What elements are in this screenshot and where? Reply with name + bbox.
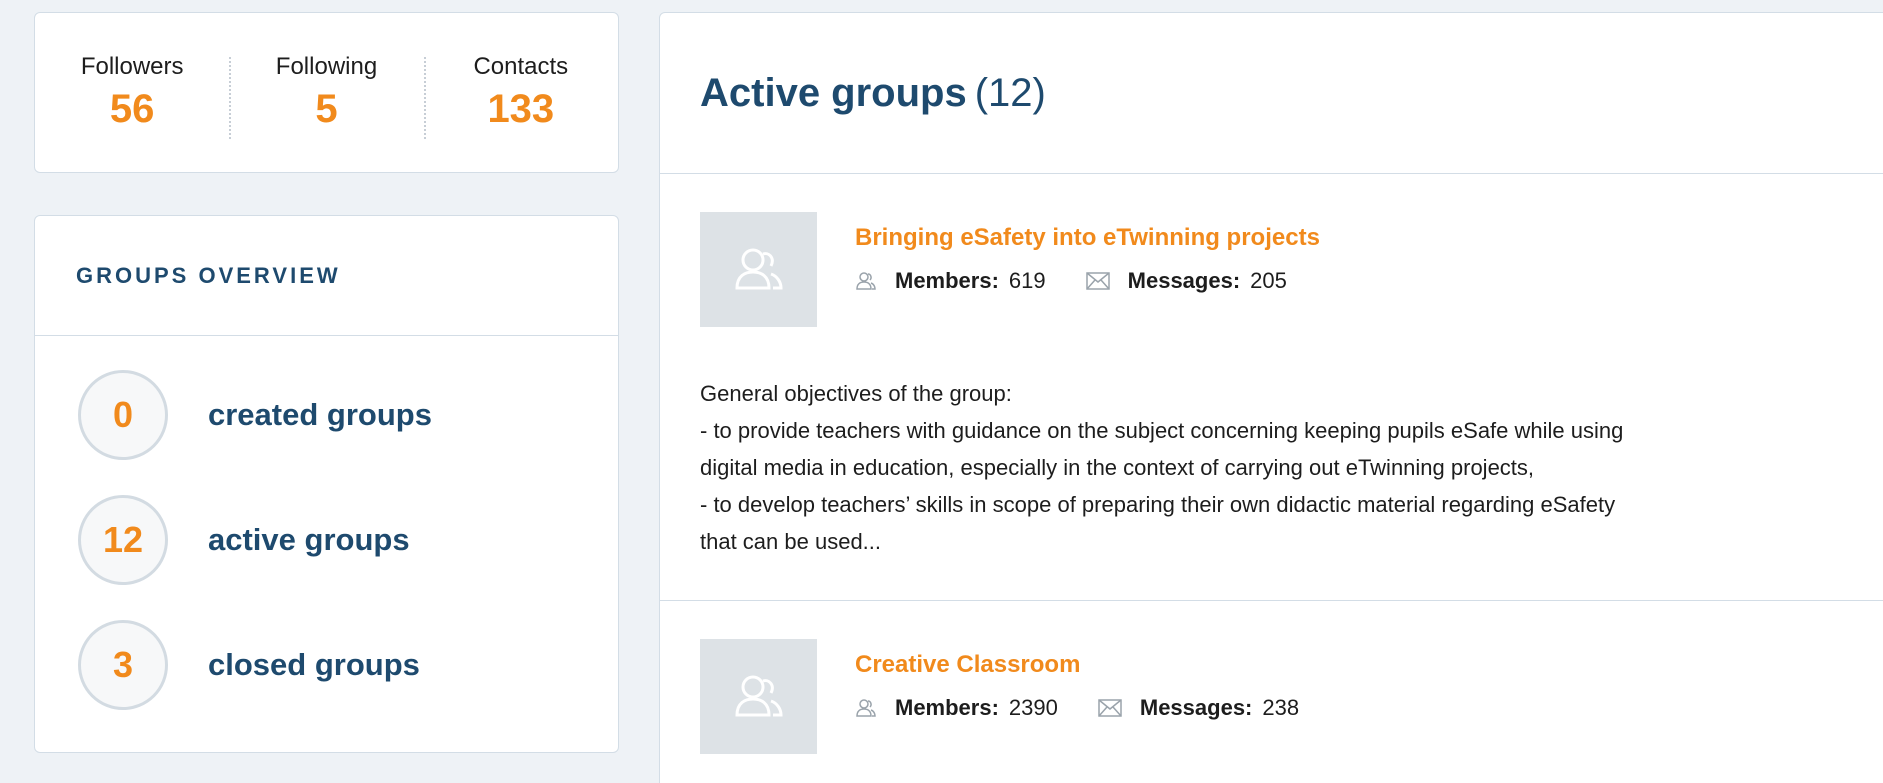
groups-overview-header: GROUPS OVERVIEW <box>35 216 618 336</box>
stat-value: 56 <box>109 87 155 131</box>
stat-following[interactable]: Following 5 <box>229 53 423 139</box>
messages-icon <box>1085 272 1110 290</box>
description-line: digital media in education, especially i… <box>700 455 1535 480</box>
avatar-placeholder-icon <box>734 248 783 289</box>
stat-contacts[interactable]: Contacts 133 <box>423 53 618 139</box>
description-line: - to develop teachers’ skills in scope o… <box>700 492 1616 517</box>
stat-value: 5 <box>315 87 338 131</box>
active-groups-count: (12) <box>974 70 1046 115</box>
members-count: 619 <box>1008 268 1046 293</box>
overview-item-label[interactable]: closed groups <box>208 647 420 683</box>
active-groups-title: Active groups <box>700 70 967 115</box>
overview-item-label[interactable]: active groups <box>208 522 410 558</box>
stat-followers[interactable]: Followers 56 <box>35 53 229 132</box>
group-thumbnail[interactable] <box>700 639 817 754</box>
overview-item-active[interactable]: 12 active groups <box>78 495 618 585</box>
groups-overview-title: GROUPS OVERVIEW <box>76 262 341 288</box>
active-groups-header: Active groups (12) <box>660 13 1883 174</box>
active-groups-card: Active groups (12) Bringing eSafety into… <box>659 12 1883 783</box>
messages-icon <box>1098 699 1122 717</box>
overview-item-closed[interactable]: 3 closed groups <box>78 620 618 710</box>
count-badge: 12 <box>78 495 168 585</box>
count-badge: 0 <box>78 370 168 460</box>
groups-overview-card: GROUPS OVERVIEW 0 created groups 12 acti… <box>34 215 619 753</box>
group-item: Creative Classroom Members: 2390 Message… <box>660 601 1883 754</box>
members-count: 2390 <box>1008 695 1058 720</box>
group-members: Members: 2390 <box>855 695 1058 721</box>
description-line: General objectives of the group: <box>700 381 1012 406</box>
avatar-placeholder-icon <box>734 675 783 716</box>
group-members: Members: 619 <box>855 268 1046 294</box>
groups-overview-list: 0 created groups 12 active groups 3 clos… <box>35 336 618 710</box>
members-label: Members: <box>895 268 999 293</box>
group-title-link[interactable]: Bringing eSafety into eTwinning projects <box>855 224 1327 252</box>
overview-item-created[interactable]: 0 created groups <box>78 370 618 460</box>
members-icon <box>855 697 877 719</box>
members-icon <box>855 270 877 292</box>
group-item: Bringing eSafety into eTwinning projects… <box>660 174 1883 601</box>
messages-label: Messages: <box>1127 268 1241 293</box>
stat-label: Contacts <box>473 53 569 80</box>
group-messages: Messages: 238 <box>1098 695 1299 721</box>
stat-label: Following <box>275 53 378 80</box>
overview-item-label[interactable]: created groups <box>208 397 432 433</box>
messages-count: 238 <box>1262 695 1300 720</box>
group-title-link[interactable]: Creative Classroom <box>855 651 1339 679</box>
messages-label: Messages: <box>1139 695 1253 720</box>
stat-label: Followers <box>80 53 184 80</box>
group-thumbnail[interactable] <box>700 212 817 327</box>
group-description: General objectives of the group: - to pr… <box>700 375 1848 560</box>
stat-value: 133 <box>487 87 555 131</box>
group-messages: Messages: 205 <box>1085 268 1287 294</box>
members-label: Members: <box>895 695 999 720</box>
description-line: that can be used... <box>700 529 882 554</box>
description-line: - to provide teachers with guidance on t… <box>700 418 1624 443</box>
messages-count: 205 <box>1250 268 1287 293</box>
stats-card: Followers 56 Following 5 Contacts 133 <box>34 12 619 173</box>
count-badge: 3 <box>78 620 168 710</box>
